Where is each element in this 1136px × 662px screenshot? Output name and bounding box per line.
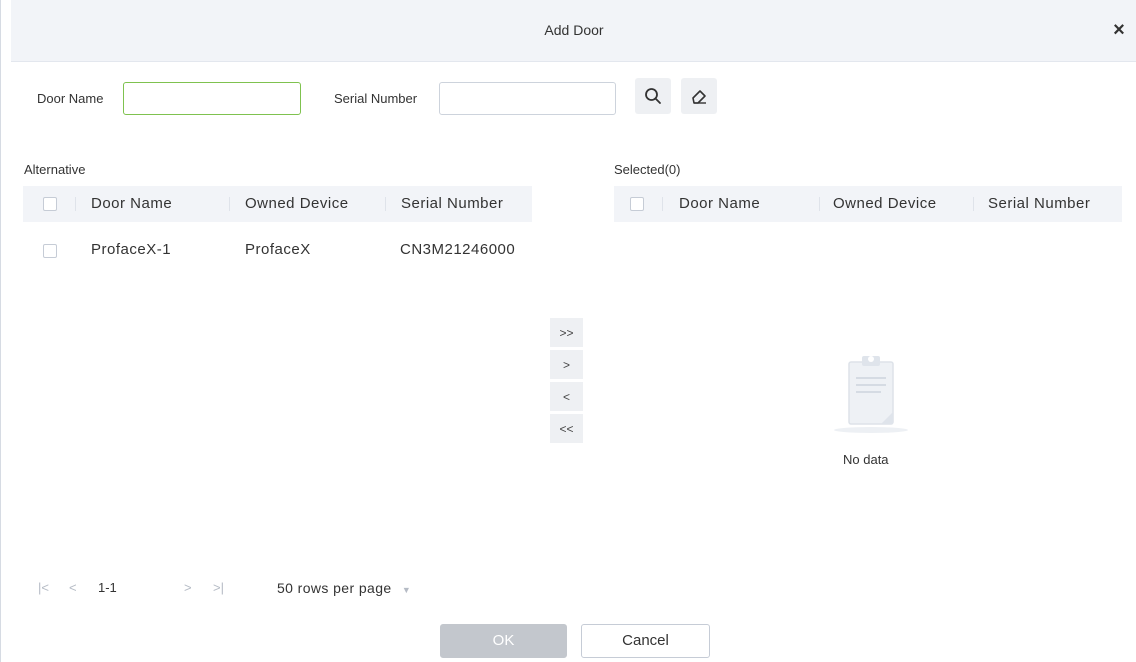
ok-button[interactable]: OK <box>440 624 567 658</box>
selected-label: Selected(0) <box>614 162 681 177</box>
next-page-button[interactable]: > <box>184 580 192 595</box>
first-page-button[interactable]: |< <box>38 580 49 595</box>
selected-col-serial-number[interactable]: Serial Number <box>988 186 1090 222</box>
alternative-table-header: Door Name Owned Device Serial Number <box>23 186 532 222</box>
last-page-button[interactable]: >| <box>213 580 224 595</box>
move-left-button[interactable]: < <box>550 382 583 412</box>
prev-page-button[interactable]: < <box>69 580 77 595</box>
dialog-title: Add Door <box>544 22 604 38</box>
column-divider <box>819 197 820 211</box>
clipboard-icon <box>834 356 908 433</box>
rows-per-page-value: 50 rows per page <box>277 580 392 596</box>
row-owned-device: ProfaceX <box>245 241 311 258</box>
row-checkbox[interactable] <box>43 244 57 258</box>
column-divider <box>662 197 663 211</box>
dialog-titlebar: Add Door × <box>11 0 1136 62</box>
move-all-right-button[interactable]: >> <box>550 318 583 348</box>
selected-select-all-checkbox[interactable] <box>630 197 644 211</box>
empty-state-text: No data <box>843 452 889 467</box>
selected-table-header: Door Name Owned Device Serial Number <box>614 186 1122 222</box>
serial-number-input[interactable] <box>439 82 616 115</box>
alternative-label: Alternative <box>24 162 86 177</box>
search-icon <box>645 88 661 104</box>
selected-col-owned-device[interactable]: Owned Device <box>833 186 937 222</box>
alternative-col-owned-device[interactable]: Owned Device <box>245 186 349 222</box>
clear-button[interactable] <box>681 78 717 114</box>
add-door-dialog: Add Door × Door Name Serial Number Alter… <box>0 0 1136 662</box>
column-divider <box>229 197 230 211</box>
search-button[interactable] <box>635 78 671 114</box>
row-door-name: ProfaceX-1 <box>91 241 172 258</box>
serial-number-label: Serial Number <box>334 91 418 106</box>
move-right-button[interactable]: > <box>550 350 583 380</box>
door-name-input[interactable] <box>123 82 301 115</box>
column-divider <box>75 197 76 211</box>
table-row[interactable]: ProfaceX-1 ProfaceX CN3M21246000 <box>23 228 532 268</box>
alternative-select-all-checkbox[interactable] <box>43 197 57 211</box>
column-divider <box>973 197 974 211</box>
column-divider <box>385 197 386 211</box>
alternative-col-door-name[interactable]: Door Name <box>91 186 172 222</box>
close-icon[interactable]: × <box>1109 18 1129 42</box>
alternative-col-serial-number[interactable]: Serial Number <box>401 186 503 222</box>
eraser-icon <box>692 90 706 104</box>
rows-per-page-select[interactable]: 50 rows per page ▼ <box>277 580 411 596</box>
page-range: 1-1 <box>98 580 117 595</box>
move-all-left-button[interactable]: << <box>550 414 583 444</box>
row-serial-number: CN3M21246000 <box>400 241 516 258</box>
selected-col-door-name[interactable]: Door Name <box>679 186 760 222</box>
chevron-down-icon: ▼ <box>401 585 412 595</box>
cancel-button[interactable]: Cancel <box>581 624 710 658</box>
door-name-label: Door Name <box>37 91 104 106</box>
